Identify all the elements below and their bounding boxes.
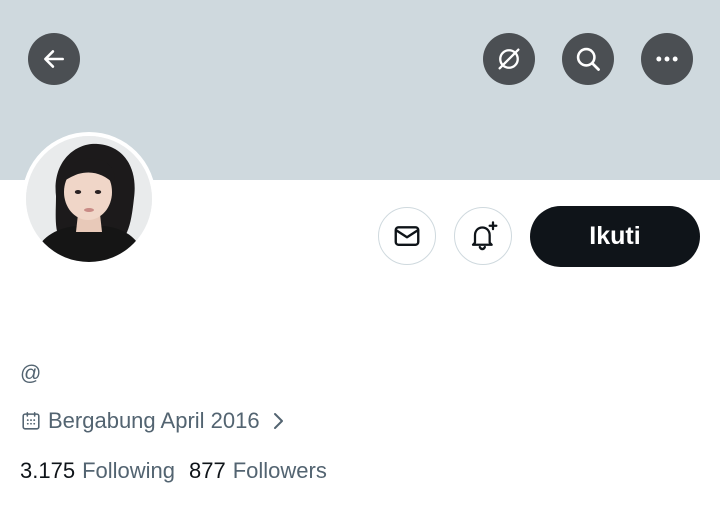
search-button[interactable] — [562, 33, 614, 85]
follow-button[interactable]: Ikuti — [530, 206, 700, 267]
following-link[interactable]: 3.175 Following — [20, 458, 175, 484]
more-button[interactable] — [641, 33, 693, 85]
avatar-photo — [26, 136, 152, 262]
joined-date[interactable]: Bergabung April 2016 — [20, 408, 286, 434]
joined-text: Bergabung April 2016 — [48, 408, 260, 433]
chevron-right-icon — [270, 411, 286, 431]
followers-link[interactable]: 877 Followers — [189, 458, 327, 484]
message-button[interactable] — [378, 207, 436, 265]
bell-plus-icon — [471, 221, 498, 251]
following-count: 3.175 — [20, 458, 76, 483]
notify-button[interactable] — [454, 207, 512, 265]
profile-page: Ikuti @ Bergabung April 2016 3.175 Follo… — [0, 0, 720, 517]
profile-stats: 3.175 Following 877 Followers — [20, 458, 327, 484]
following-label: Following — [82, 458, 175, 483]
grok-icon — [498, 48, 520, 70]
handle-redacted — [47, 372, 167, 376]
followers-label: Followers — [232, 458, 327, 483]
calendar-icon — [20, 410, 42, 432]
search-icon — [576, 47, 600, 71]
followers-count: 877 — [189, 458, 226, 483]
profile-avatar[interactable] — [22, 132, 156, 266]
more-horizontal-icon — [656, 56, 678, 62]
handle-prefix: @ — [20, 362, 42, 385]
arrow-left-icon — [44, 50, 64, 68]
grok-button[interactable] — [483, 33, 535, 85]
profile-handle: @ — [20, 362, 167, 386]
back-button[interactable] — [28, 33, 80, 85]
follow-button-label: Ikuti — [589, 222, 641, 250]
mail-icon — [394, 226, 420, 246]
